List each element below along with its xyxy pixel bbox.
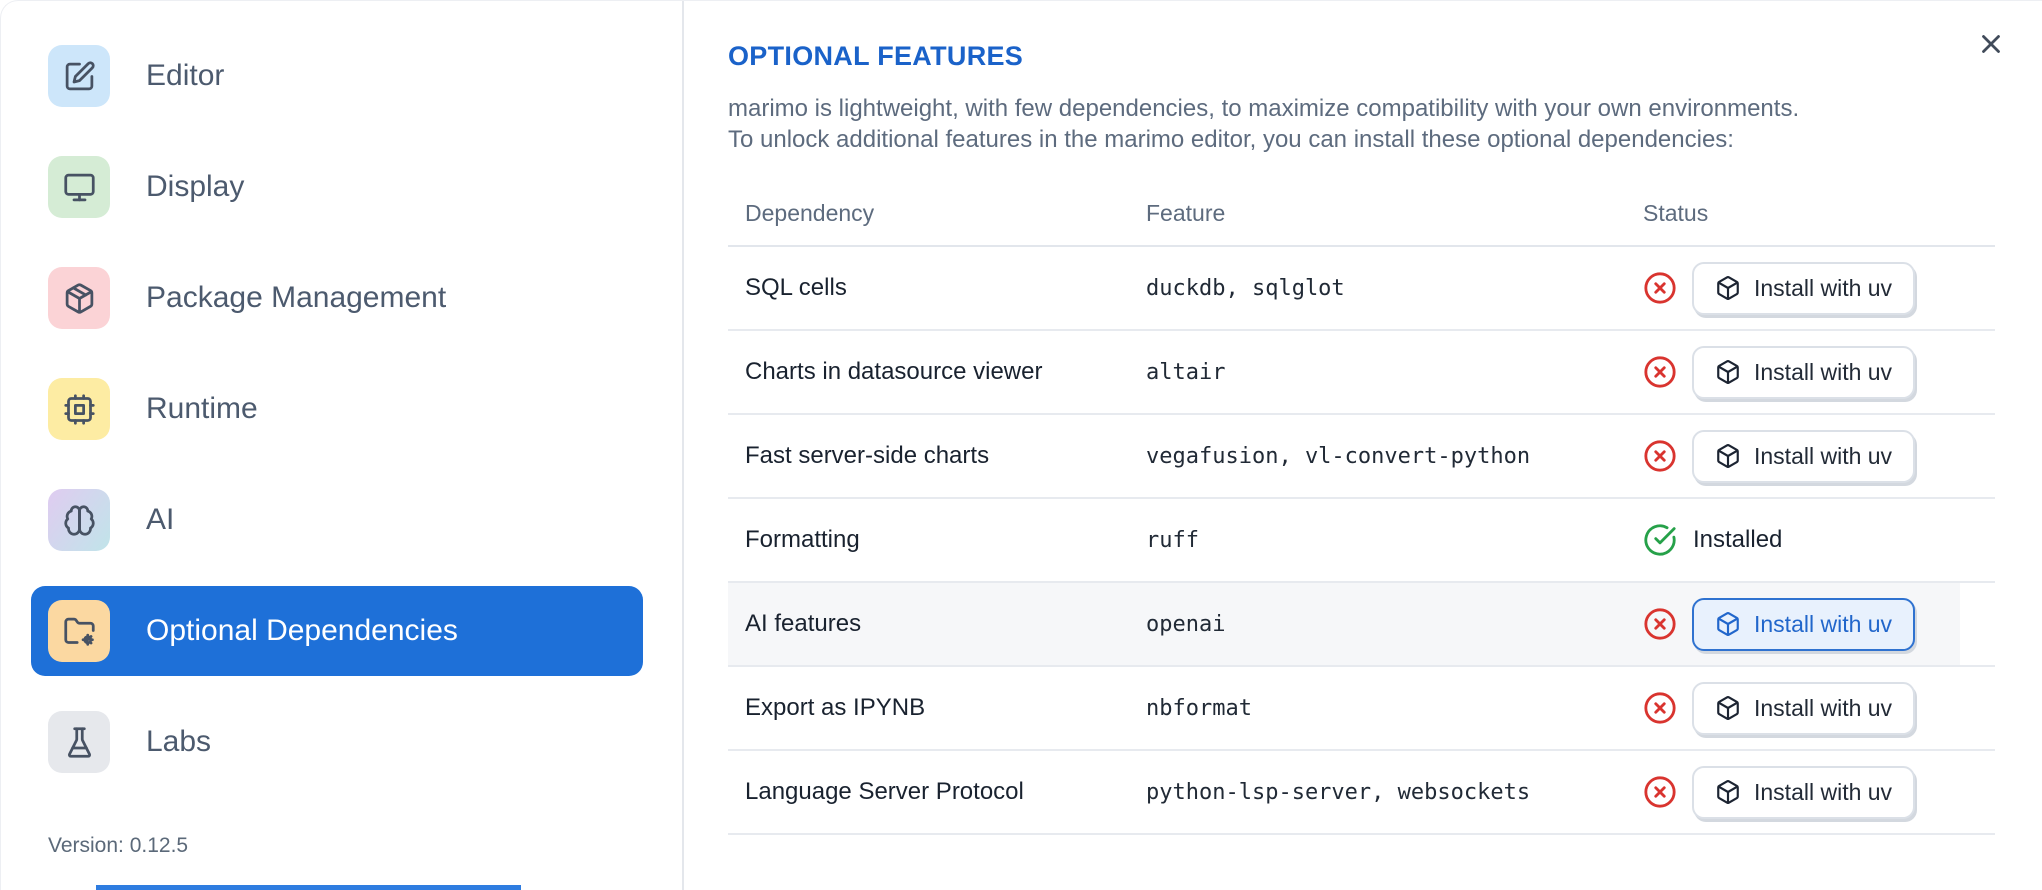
status-cell: Install with uv: [1643, 261, 1995, 315]
monitor-icon: [48, 156, 110, 218]
install-button-label: Install with uv: [1754, 610, 1893, 637]
sidebar-item-label: Package Management: [146, 281, 447, 314]
sidebar-item-label: Runtime: [146, 392, 258, 425]
status-cell: Install with uv: [1643, 681, 1995, 735]
status-cell: Install with uv: [1643, 597, 1995, 651]
sidebar-item-label: Display: [146, 170, 245, 203]
circle-x-icon: [1643, 355, 1677, 389]
sidebar-item-display[interactable]: Display: [31, 142, 643, 232]
install-with-uv-button[interactable]: Install with uv: [1692, 345, 1916, 399]
sidebar-item-label: AI: [146, 503, 175, 536]
feature-cell: openai: [1146, 611, 1226, 637]
box-icon: [1717, 444, 1739, 468]
dependency-cell: AI features: [745, 610, 862, 637]
app-version: Version: 0.12.5: [48, 834, 189, 857]
settings-sidebar: Editor Display Package Management Runtim…: [1, 1, 684, 890]
feature-cell: nbformat: [1146, 695, 1252, 721]
status-cell: Install with uv: [1643, 429, 1995, 483]
status-cell: Install with uv: [1643, 765, 1995, 819]
table-row: Language Server Protocol python-lsp-serv…: [728, 751, 1995, 835]
feature-cell: ruff: [1146, 527, 1199, 553]
circle-x-icon: [1643, 271, 1677, 305]
folder-cog-icon: [48, 600, 110, 662]
sidebar-item-label: Optional Dependencies: [146, 614, 458, 647]
status-cell: Install with uv: [1643, 345, 1995, 399]
sidebar-item-runtime[interactable]: Runtime: [31, 364, 643, 454]
table-row: Fast server-side charts vegafusion, vl-c…: [728, 415, 1995, 499]
table-row: Formatting ruff Installed: [728, 499, 1995, 583]
circle-x-icon: [1643, 775, 1677, 809]
settings-dialog: Editor Display Package Management Runtim…: [0, 0, 2042, 890]
background-accent-strip: [96, 885, 521, 890]
dependency-cell: Charts in datasource viewer: [745, 358, 1043, 385]
dependency-cell: Export as IPYNB: [745, 694, 926, 721]
sidebar-item-ai[interactable]: AI: [31, 475, 643, 565]
install-with-uv-button[interactable]: Install with uv: [1692, 597, 1916, 651]
description: marimo is lightweight, with few dependen…: [728, 93, 2042, 155]
brain-icon: [48, 489, 110, 551]
package-icon: [48, 267, 110, 329]
table-header-row: Dependency Feature Status: [728, 181, 1995, 247]
install-with-uv-button[interactable]: Install with uv: [1692, 429, 1916, 483]
sidebar-item-package-management[interactable]: Package Management: [31, 253, 643, 343]
flask-icon: [48, 711, 110, 773]
feature-cell: duckdb, sqlglot: [1146, 275, 1345, 301]
install-button-label: Install with uv: [1754, 358, 1893, 385]
sidebar-item-label: Editor: [146, 59, 225, 92]
table-row: Export as IPYNB nbformat Install with uv: [728, 667, 1995, 751]
install-with-uv-button[interactable]: Install with uv: [1692, 765, 1916, 819]
dependency-cell: SQL cells: [745, 274, 847, 301]
description-line-2: To unlock additional features in the mar…: [728, 126, 1734, 153]
square-pen-icon: [48, 45, 110, 107]
install-button-label: Install with uv: [1754, 778, 1893, 805]
box-icon: [1717, 276, 1739, 300]
box-icon: [1717, 612, 1739, 636]
box-icon: [1717, 696, 1739, 720]
table-row: Charts in datasource viewer altair Insta…: [728, 331, 1995, 415]
status-cell: Installed: [1643, 523, 1995, 557]
install-button-label: Install with uv: [1754, 274, 1893, 301]
install-button-label: Install with uv: [1754, 442, 1893, 469]
feature-cell: python-lsp-server, websockets: [1146, 779, 1531, 805]
sidebar-item-labs[interactable]: Labs: [31, 697, 643, 787]
install-with-uv-button[interactable]: Install with uv: [1692, 261, 1916, 315]
sidebar-item-label: Labs: [146, 725, 212, 758]
sidebar-item-optional-dependencies[interactable]: Optional Dependencies: [31, 586, 643, 676]
optional-features-panel: OPTIONAL FEATURES marimo is lightweight,…: [684, 1, 2042, 890]
box-icon: [1717, 360, 1739, 384]
dependency-cell: Language Server Protocol: [745, 778, 1024, 805]
table-row: SQL cells duckdb, sqlglot Install with u…: [728, 247, 1995, 331]
page-title: OPTIONAL FEATURES: [728, 41, 1024, 71]
header-status: Status: [1643, 199, 1709, 226]
description-line-1: marimo is lightweight, with few dependen…: [728, 95, 1800, 122]
close-icon[interactable]: [1974, 27, 2008, 61]
box-icon: [1717, 780, 1739, 804]
dependency-cell: Fast server-side charts: [745, 442, 990, 469]
header-feature: Feature: [1146, 199, 1226, 226]
cpu-icon: [48, 378, 110, 440]
feature-cell: vegafusion, vl-convert-python: [1146, 443, 1531, 469]
circle-x-icon: [1643, 607, 1677, 641]
dependencies-table: Dependency Feature Status SQL cells duck…: [728, 181, 1995, 835]
feature-cell: altair: [1146, 359, 1226, 385]
circle-x-icon: [1643, 691, 1677, 725]
install-with-uv-button[interactable]: Install with uv: [1692, 681, 1916, 735]
install-button-label: Install with uv: [1754, 694, 1893, 721]
circle-x-icon: [1643, 439, 1677, 473]
header-dependency: Dependency: [745, 199, 875, 226]
dependency-cell: Formatting: [745, 526, 860, 553]
circle-check-icon: [1643, 523, 1677, 557]
sidebar-item-editor[interactable]: Editor: [31, 31, 643, 121]
installed-status-label: Installed: [1693, 526, 1783, 553]
table-row: AI features openai Install with uv: [728, 583, 1995, 667]
